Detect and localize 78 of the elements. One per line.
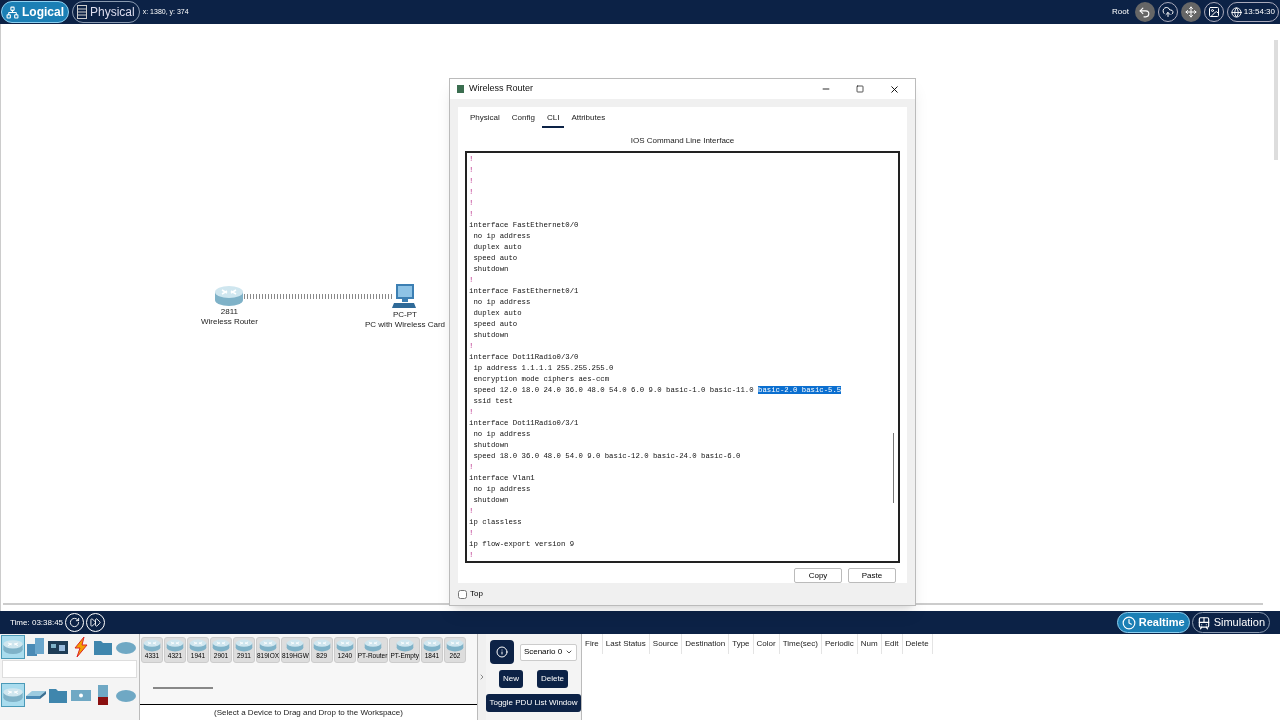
router-icon — [362, 639, 383, 652]
device-hint: (Select a Device to Drag and Drop to the Workspace) — [140, 704, 477, 720]
mode-tab[interactable]: Physical — [72, 1, 140, 23]
router-icon — [421, 639, 442, 652]
network-icon — [6, 5, 19, 19]
router-icon — [394, 639, 415, 652]
router-icon — [142, 639, 162, 652]
fast-forward-icon — [90, 617, 102, 628]
column-header: Periodic — [821, 634, 858, 654]
close-icon — [888, 83, 900, 95]
device-name: PC with Wireless Card — [365, 320, 445, 330]
clock-time: 13:54:30 — [1243, 6, 1275, 18]
router-icon — [165, 639, 185, 652]
globe-icon — [1230, 6, 1242, 18]
info-button[interactable] — [489, 640, 514, 664]
horizontal-scrollbar[interactable] — [153, 687, 213, 689]
dialog-tab[interactable]: Attributes — [566, 112, 611, 129]
dialog-button[interactable]: Copy — [794, 568, 842, 584]
dialog-tab[interactable]: Config — [506, 112, 540, 129]
router-icon — [188, 639, 208, 652]
rack-icon — [77, 5, 87, 19]
router-icon — [213, 285, 246, 307]
window-title: Wireless Router — [469, 82, 533, 96]
column-header: Destination — [682, 634, 730, 654]
move-button[interactable] — [1180, 2, 1201, 22]
device-model: 2811 — [220, 307, 239, 317]
router-icon — [211, 639, 231, 652]
cli-console[interactable] — [465, 151, 900, 564]
scenario-button[interactable]: Delete — [536, 670, 569, 688]
mode-tab[interactable]: Logical — [1, 1, 69, 23]
router-icon — [285, 639, 306, 652]
router-icon — [444, 639, 465, 652]
move-icon — [1184, 6, 1197, 18]
toggle-pdu-button[interactable]: Toggle PDU List Window — [486, 694, 581, 712]
clock-icon — [1121, 615, 1136, 630]
scenario-button[interactable]: New — [498, 670, 523, 688]
column-header: Type — [729, 634, 754, 654]
router-icon — [258, 639, 278, 652]
router-icon — [311, 639, 332, 652]
column-header: Edit — [881, 634, 903, 654]
image-icon — [1207, 6, 1220, 18]
dialog-tab[interactable]: Physical — [465, 112, 505, 129]
mode-tab[interactable]: Realtime — [1116, 612, 1190, 633]
undo-icon — [1138, 5, 1152, 19]
mode-tab[interactable]: Simulation — [1191, 612, 1270, 633]
device-model: PC-PT — [393, 310, 417, 320]
computer-icon — [24, 636, 47, 658]
vertical-scrollbar[interactable] — [1274, 40, 1278, 160]
cloud-icon — [1161, 6, 1174, 18]
column-header: Delete — [902, 634, 933, 654]
chevron-down-icon — [565, 648, 574, 656]
chevron-right-icon — [478, 673, 486, 681]
train-icon — [1196, 615, 1211, 630]
router-icon — [334, 639, 355, 652]
scenario-dropdown[interactable]: Scenario 0 — [519, 643, 578, 661]
undo-button[interactable] — [1134, 2, 1155, 22]
column-header: Time(sec) — [779, 634, 822, 654]
dialog-button[interactable]: Paste — [848, 568, 896, 584]
column-header: Source — [649, 634, 683, 654]
switch-icon — [24, 690, 47, 700]
user-label: Root — [1111, 6, 1129, 18]
column-header: Last Status — [602, 634, 650, 654]
router-icon — [234, 639, 254, 652]
maximize-icon — [856, 85, 864, 94]
checkbox-label: Top — [470, 588, 483, 601]
computer-icon — [391, 282, 419, 310]
router-window-icon — [456, 84, 465, 95]
info-icon — [495, 646, 508, 658]
top-checkbox[interactable] — [458, 589, 467, 599]
simulation-time: Time: 03:38:45 — [10, 616, 64, 629]
console-scrollbar[interactable] — [893, 433, 894, 504]
section-heading: IOS Command Line Interface — [629, 135, 736, 148]
column-header: Fire — [582, 634, 603, 654]
column-header: Num — [857, 634, 882, 654]
device-name: Wireless Router — [201, 317, 258, 327]
reset-icon — [69, 617, 81, 628]
dialog-tab[interactable]: CLI — [541, 112, 565, 129]
column-header: Color — [753, 634, 780, 654]
